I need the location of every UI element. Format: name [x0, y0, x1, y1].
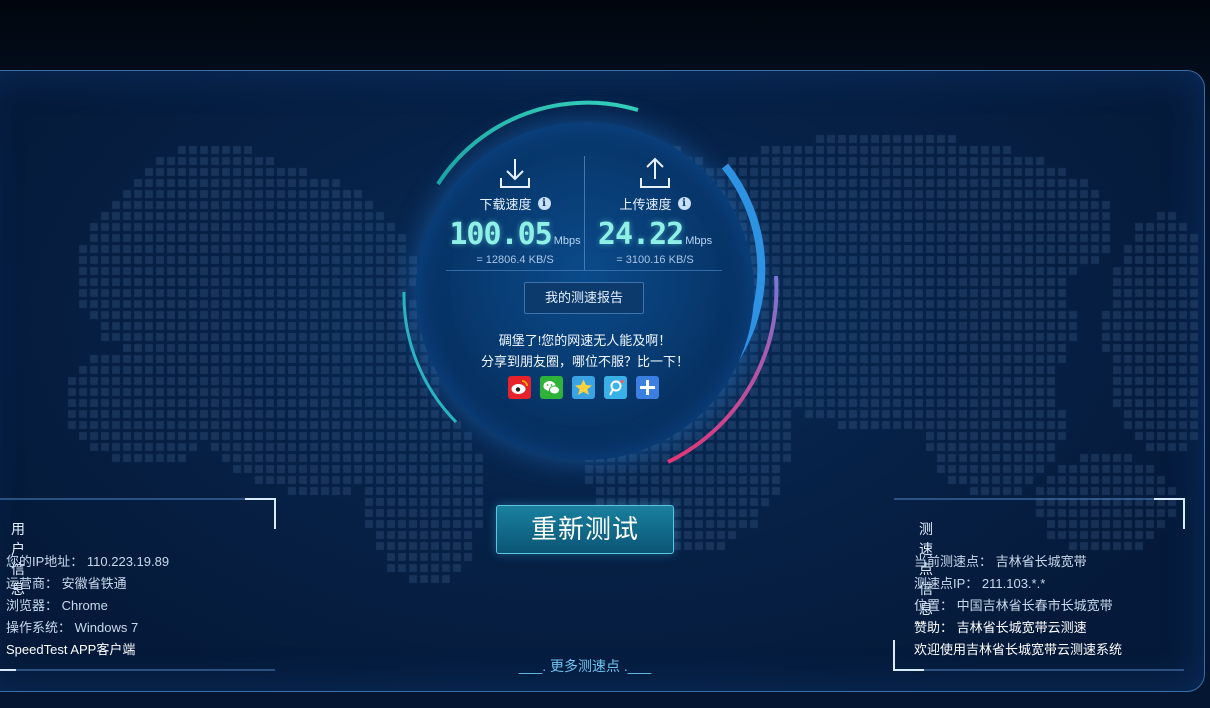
tencent-weibo-icon[interactable] — [604, 376, 627, 399]
divider-horizontal — [446, 270, 722, 271]
upload-kbs: = 3100.16 KB/S — [616, 254, 694, 266]
node-location: 位置： 中国吉林省长春市长城宽带 — [914, 598, 1113, 613]
more-nodes-link[interactable]: ___. 更多测速点 .___ — [518, 656, 652, 676]
upload-speed-value: 24.22 — [597, 217, 684, 252]
user-ip: 您的IP地址： 110.223.19.89 — [6, 554, 170, 569]
upload-icon — [640, 157, 670, 188]
my-report-button[interactable]: 我的测速报告 — [524, 282, 644, 314]
download-section: 下载速度 i 100.05 Mbps = 12806.4 KB/S — [440, 156, 590, 266]
upload-speed-unit: Mbps — [685, 235, 713, 247]
speedtest-app-link[interactable]: SpeedTest APP客户端 — [6, 639, 135, 658]
upload-info-icon[interactable]: i — [677, 197, 691, 210]
download-icon — [500, 159, 530, 188]
download-speed-unit: Mbps — [553, 235, 581, 247]
node-sponsor: 赞助： 吉林省长城宽带云测速 — [914, 620, 1087, 635]
retest-button[interactable]: 重新测试 — [496, 505, 674, 554]
user-os: 操作系统： Windows 7 — [6, 620, 139, 635]
node-current: 当前测速点： 吉林省长城宽带 — [914, 554, 1087, 569]
download-kbs: = 12806.4 KB/S — [476, 254, 554, 266]
user-isp: 运营商： 安徽省铁通 — [6, 576, 127, 591]
weibo-icon[interactable] — [508, 376, 531, 399]
more-share-icon[interactable] — [636, 376, 659, 399]
divider-vertical — [584, 156, 585, 270]
download-info-icon[interactable]: i — [537, 197, 551, 210]
wechat-icon[interactable] — [540, 376, 563, 399]
share-message-2: 分享到朋友圈，哪位不服？比一下！ — [480, 354, 689, 369]
upload-speed: 24.22 Mbps — [580, 217, 730, 252]
node-welcome: 欢迎使用吉林省长城宽带云测速系统 — [914, 642, 1123, 657]
download-label: 下载速度 i — [440, 194, 590, 213]
download-speed-value: 100.05 — [449, 217, 552, 252]
qzone-icon[interactable] — [572, 376, 595, 399]
node-ip: 测速点IP： 211.103.*.* — [914, 576, 1046, 591]
download-speed: 100.05 Mbps — [440, 217, 590, 252]
user-browser: 浏览器： Chrome — [6, 598, 108, 613]
share-message-1: 碉堡了!您的网速无人能及啊！ — [498, 333, 672, 348]
share-icons — [508, 376, 659, 399]
upload-section: 上传速度 i 24.22 Mbps = 3100.16 KB/S — [580, 156, 730, 266]
upload-label: 上传速度 i — [580, 194, 730, 213]
